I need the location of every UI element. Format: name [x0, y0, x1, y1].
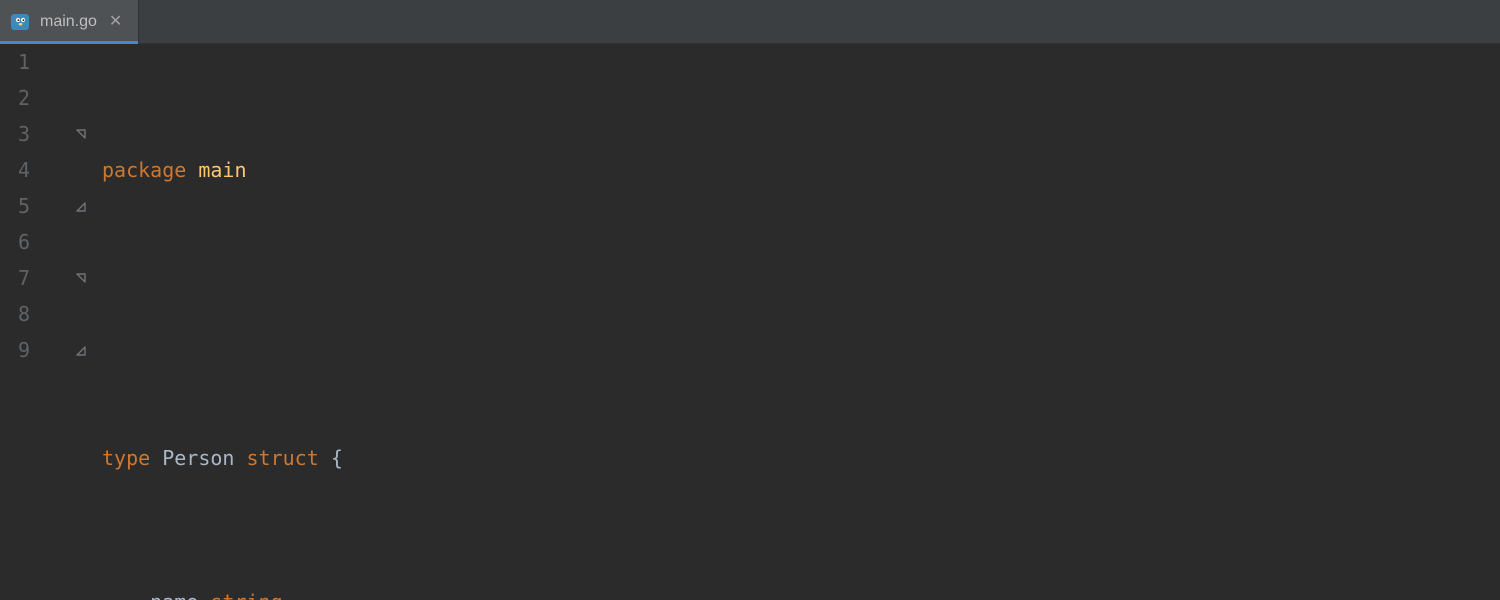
fold-open-icon[interactable]	[76, 273, 87, 284]
line-number: 2	[0, 80, 30, 116]
line-number-gutter[interactable]: 1 2 3 4 5 6 7 8 9	[0, 44, 46, 600]
fold-close-icon[interactable]	[76, 201, 87, 212]
editor: 1 2 3 4 5 6 7 8 9	[0, 44, 1500, 600]
file-tab-main-go[interactable]: main.go ✕	[0, 0, 139, 43]
field-type: string	[210, 590, 282, 600]
line-number: 1	[0, 44, 30, 80]
code-line[interactable]	[88, 296, 1500, 332]
fold-gutter	[74, 44, 88, 600]
go-file-icon	[10, 12, 30, 32]
code-line[interactable]: type Person struct {	[88, 440, 1500, 476]
open-brace: {	[331, 446, 343, 470]
line-number: 5	[0, 188, 30, 224]
close-tab-button[interactable]: ✕	[107, 12, 124, 32]
line-number: 9	[0, 332, 30, 368]
package-name: main	[198, 158, 246, 182]
line-number: 3	[0, 116, 30, 152]
tab-bar: main.go ✕	[0, 0, 1500, 44]
code-line[interactable]: name string	[88, 584, 1500, 600]
keyword-type: type	[102, 446, 150, 470]
code-area[interactable]: package main type Person struct { name s…	[88, 44, 1500, 600]
gutter-gap	[46, 44, 74, 600]
line-number: 4	[0, 152, 30, 188]
line-number: 7	[0, 260, 30, 296]
file-tab-label: main.go	[40, 13, 97, 31]
keyword-struct: struct	[247, 446, 319, 470]
type-name: Person	[162, 446, 234, 470]
line-number: 8	[0, 296, 30, 332]
code-line[interactable]: package main	[88, 152, 1500, 188]
line-number: 6	[0, 224, 30, 260]
fold-open-icon[interactable]	[76, 129, 87, 140]
fold-close-icon[interactable]	[76, 345, 87, 356]
field-name: name	[150, 590, 198, 600]
keyword-package: package	[102, 158, 186, 182]
